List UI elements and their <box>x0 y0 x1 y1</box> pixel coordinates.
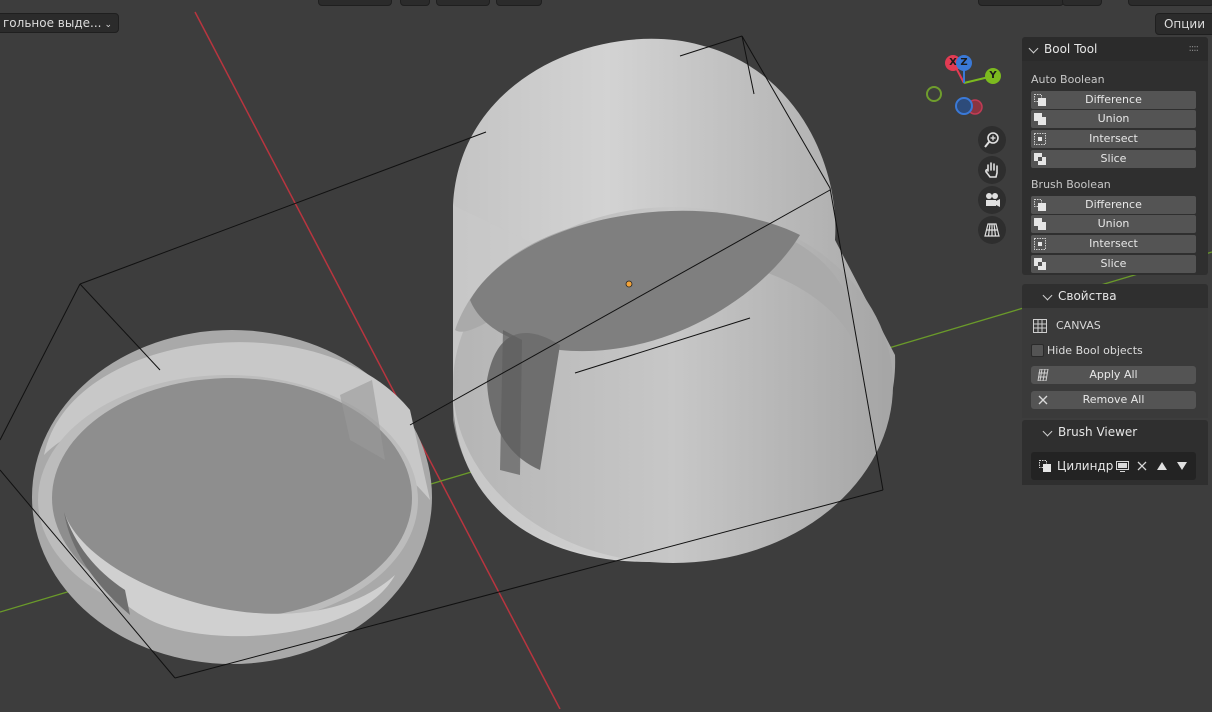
left-cylinder-mesh <box>32 330 432 664</box>
header-snap-widget[interactable] <box>436 0 490 6</box>
monitor-icon[interactable] <box>1116 461 1129 472</box>
brush-viewer-title: Brush Viewer <box>1058 425 1138 439</box>
pan-hand-icon[interactable] <box>978 156 1006 184</box>
brush-intersect-button[interactable]: Intersect <box>1031 235 1196 253</box>
canvas-label: CANVAS <box>1056 319 1101 332</box>
chevron-down-icon <box>1042 290 1053 301</box>
sidebar-panel: Bool Tool :::: Auto Boolean Difference U… <box>1022 37 1208 485</box>
header-visibility-widget[interactable] <box>978 0 1064 6</box>
close-icon[interactable] <box>1137 461 1147 471</box>
header-editor-widget[interactable] <box>318 0 392 6</box>
grid-icon[interactable] <box>978 216 1006 244</box>
remove-all-label: Remove All <box>1082 393 1145 406</box>
slice-icon <box>1034 153 1046 165</box>
difference-icon <box>1039 460 1051 472</box>
auto-slice-label: Slice <box>1100 152 1127 165</box>
header-overlay-widget[interactable] <box>1062 0 1102 6</box>
header-shading-widget[interactable] <box>1128 0 1212 6</box>
union-icon <box>1034 113 1046 125</box>
brush-union-button[interactable]: Union <box>1031 215 1196 233</box>
brush-viewer-panel-header[interactable]: Brush Viewer <box>1022 420 1208 444</box>
select-mode-dropdown[interactable]: гольное выде... ⌄ <box>0 13 119 33</box>
intersect-icon <box>1034 238 1046 250</box>
camera-icon[interactable] <box>978 186 1006 214</box>
apply-all-icon <box>1037 369 1049 381</box>
navigation-gizmo[interactable]: X Z Y <box>920 50 1010 120</box>
auto-union-button[interactable]: Union <box>1031 110 1196 128</box>
apply-all-button[interactable]: Apply All <box>1031 366 1196 384</box>
brush-slice-button[interactable]: Slice <box>1031 255 1196 273</box>
origin-point <box>625 280 633 288</box>
union-icon <box>1034 218 1046 230</box>
brush-difference-button[interactable]: Difference <box>1031 196 1196 214</box>
brush-list-item[interactable]: Цилиндр <box>1031 452 1196 480</box>
auto-union-label: Union <box>1097 112 1130 125</box>
brush-item-name: Цилиндр <box>1057 459 1114 473</box>
properties-panel-header[interactable]: Свойства <box>1022 284 1208 308</box>
auto-difference-button[interactable]: Difference <box>1031 91 1196 109</box>
arrow-down-icon[interactable] <box>1177 462 1187 470</box>
brush-union-label: Union <box>1097 217 1130 230</box>
right-cylinder-mesh <box>453 38 896 563</box>
remove-all-button[interactable]: Remove All <box>1031 391 1196 409</box>
auto-intersect-label: Intersect <box>1089 132 1138 145</box>
header-proportional-widget[interactable] <box>496 0 542 6</box>
difference-icon <box>1034 199 1046 211</box>
properties-title: Свойства <box>1058 289 1117 303</box>
chevron-down-icon: ⌄ <box>104 20 112 30</box>
options-button[interactable]: Опции <box>1154 13 1212 35</box>
bool-tool-panel-body: Auto Boolean Difference Union Intersect … <box>1022 61 1208 275</box>
brush-difference-label: Difference <box>1085 198 1142 211</box>
bool-tool-panel-header[interactable]: Bool Tool :::: <box>1022 37 1208 61</box>
hide-bool-checkbox[interactable] <box>1031 344 1044 357</box>
brush-intersect-label: Intersect <box>1089 237 1138 250</box>
hide-bool-label: Hide Bool objects <box>1047 344 1143 357</box>
select-mode-label: гольное выде... <box>3 16 102 30</box>
canvas-grid-icon <box>1033 319 1047 333</box>
header-pivot-widget[interactable] <box>400 0 430 6</box>
close-icon <box>1038 395 1048 405</box>
gizmo-z-label[interactable]: Z <box>956 55 972 71</box>
drag-handle-icon[interactable]: :::: <box>1189 37 1200 61</box>
gizmo-y-label[interactable]: Y <box>985 68 1001 84</box>
bool-tool-title: Bool Tool <box>1044 42 1098 56</box>
zoom-icon[interactable] <box>978 126 1006 154</box>
brush-boolean-label: Brush Boolean <box>1031 178 1111 191</box>
intersect-icon <box>1034 133 1046 145</box>
auto-intersect-button[interactable]: Intersect <box>1031 130 1196 148</box>
difference-icon <box>1034 94 1046 106</box>
auto-boolean-label: Auto Boolean <box>1031 73 1105 86</box>
chevron-down-icon <box>1042 426 1053 437</box>
auto-slice-button[interactable]: Slice <box>1031 150 1196 168</box>
apply-all-label: Apply All <box>1089 368 1138 381</box>
brush-slice-label: Slice <box>1100 257 1127 270</box>
chevron-down-icon <box>1028 43 1039 54</box>
properties-panel-body: CANVAS Hide Bool objects Apply All Remov… <box>1022 308 1208 418</box>
slice-icon <box>1034 258 1046 270</box>
auto-difference-label: Difference <box>1085 93 1142 106</box>
arrow-up-icon[interactable] <box>1157 462 1167 470</box>
